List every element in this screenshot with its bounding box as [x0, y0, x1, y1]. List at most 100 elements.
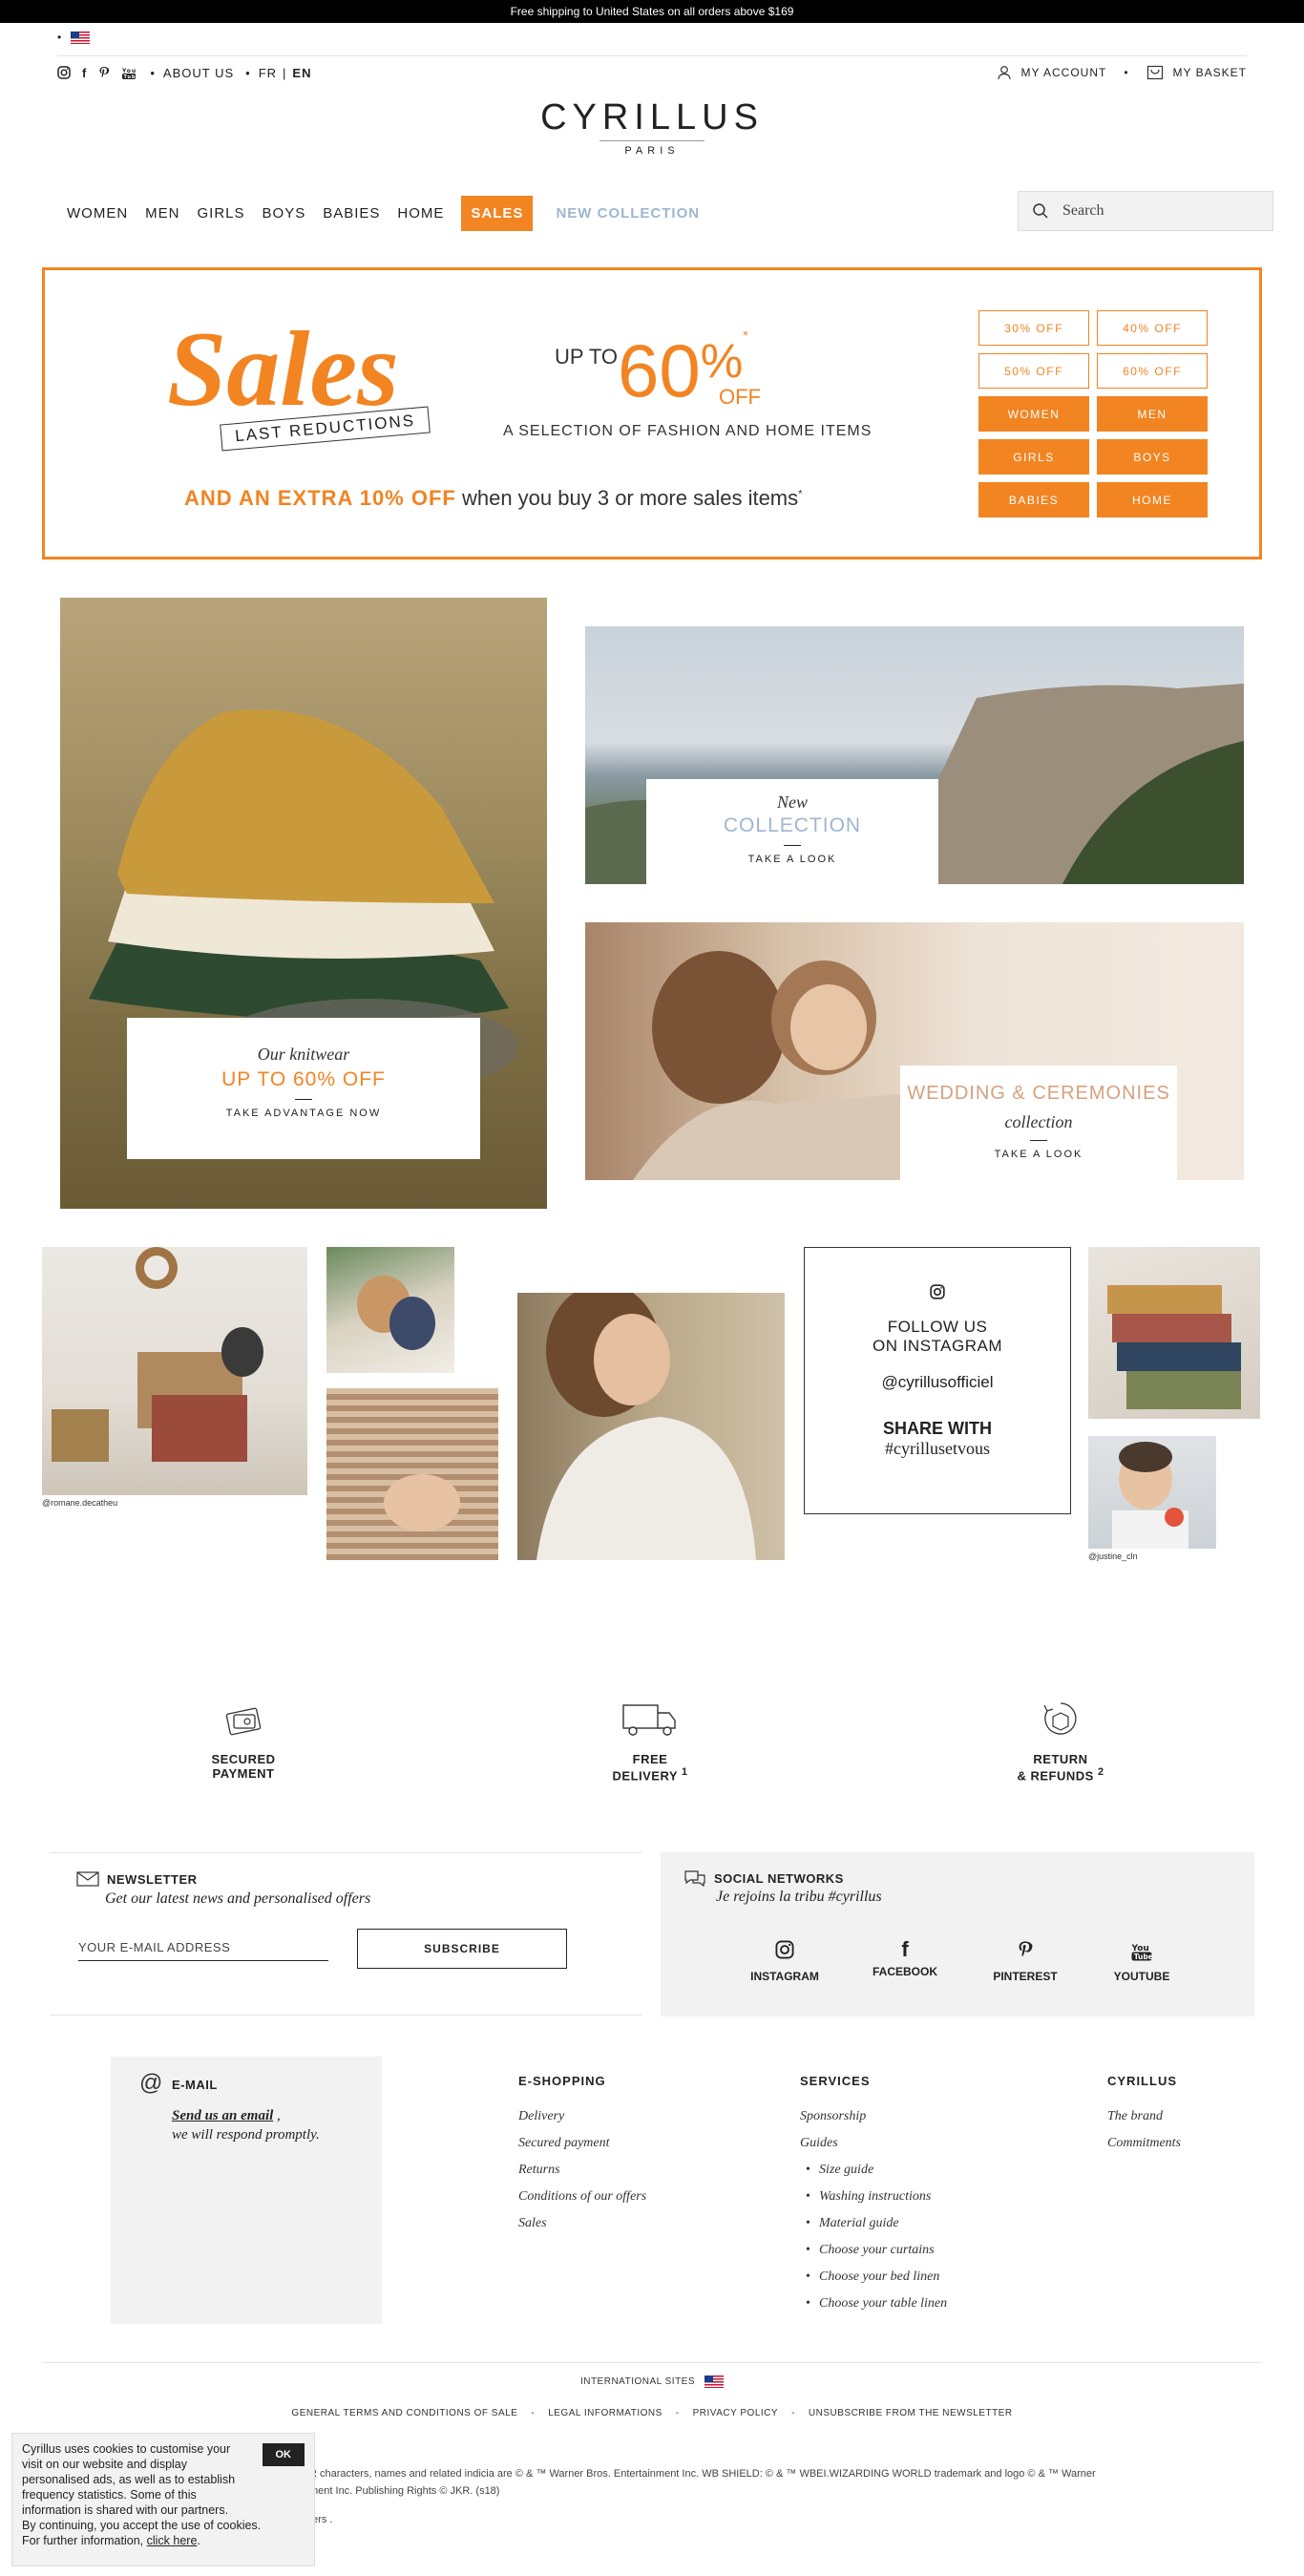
footer-link-brand[interactable]: The brand: [1107, 2109, 1181, 2136]
insta-photo-living-room[interactable]: [42, 1247, 307, 1495]
insta-handle-1[interactable]: @romane.decatheu: [42, 1498, 117, 1508]
footer-link-returns[interactable]: Returns: [518, 2163, 646, 2189]
unsubscribe-link[interactable]: UNSUBSCRIBE FROM THE NEWSLETTER: [809, 2408, 1013, 2418]
secured-payment-block[interactable]: SECURED PAYMENT: [185, 1700, 302, 1781]
pinterest-icon[interactable]: [98, 66, 110, 79]
footer-link-table-linen[interactable]: Choose your table linen: [800, 2296, 947, 2323]
us-flag-icon[interactable]: [705, 2375, 725, 2388]
footer-link-sponsorship[interactable]: Sponsorship: [800, 2109, 947, 2136]
account-links: MY ACCOUNT • MY BASKET: [997, 65, 1247, 80]
nav-women[interactable]: WOMEN: [67, 205, 128, 222]
send-email-link[interactable]: Send us an email: [172, 2108, 273, 2123]
nav-boys[interactable]: BOYS: [263, 205, 306, 222]
newsletter-email-input[interactable]: YOUR E-MAIL ADDRESS: [78, 1932, 328, 1961]
wedding-tile[interactable]: WEDDING & CEREMONIES collection TAKE A L…: [585, 922, 1244, 1180]
filter-60-off[interactable]: 60% OFF: [1097, 353, 1208, 389]
site-logo[interactable]: CYRILLUS PARIS: [535, 97, 769, 158]
wedding-cta[interactable]: TAKE A LOOK: [900, 1149, 1177, 1160]
logo-subtitle: PARIS: [599, 140, 705, 157]
extra-offer: AND AN EXTRA 10% OFF when you buy 3 or m…: [184, 486, 802, 511]
sales-women-button[interactable]: WOMEN: [978, 396, 1089, 432]
insta-photo-mother-child[interactable]: [326, 1247, 454, 1373]
social-instagram[interactable]: INSTAGRAM: [727, 1940, 842, 1983]
lang-fr-link[interactable]: FR: [259, 66, 277, 80]
insta-photo-gingham[interactable]: [326, 1388, 498, 1560]
footer-link-sales[interactable]: Sales: [518, 2216, 646, 2243]
legal-terms-link[interactable]: GENERAL TERMS AND CONDITIONS OF SALE: [291, 2408, 517, 2418]
nav-girls[interactable]: GIRLS: [198, 205, 245, 222]
instagram-follow-box[interactable]: FOLLOW US ON INSTAGRAM @cyrillusofficiel…: [804, 1247, 1071, 1514]
nav-new-collection[interactable]: NEW COLLECTION: [556, 205, 700, 222]
new-collection-tile[interactable]: New COLLECTION TAKE A LOOK: [585, 626, 1244, 884]
international-sites[interactable]: INTERNATIONAL SITES: [0, 2375, 1304, 2388]
lang-en-link[interactable]: EN: [292, 66, 311, 80]
privacy-policy-link[interactable]: PRIVACY POLICY: [693, 2408, 778, 2418]
youtube-icon[interactable]: YouTube: [121, 66, 137, 79]
footer-link-commitments[interactable]: Commitments: [1107, 2136, 1181, 2163]
instagram-icon[interactable]: [57, 66, 71, 79]
search-input[interactable]: Search: [1062, 202, 1104, 220]
sales-boys-button[interactable]: BOYS: [1097, 439, 1208, 475]
footer-link-material[interactable]: Material guide: [800, 2216, 947, 2243]
footer-link-guides[interactable]: Guides: [800, 2136, 947, 2163]
insta-photo-girl-knit[interactable]: [517, 1293, 785, 1560]
sales-men-button[interactable]: MEN: [1097, 396, 1208, 432]
facebook-icon[interactable]: f: [82, 66, 87, 80]
about-us-link[interactable]: ABOUT US: [163, 66, 234, 80]
footer-link-curtains[interactable]: Choose your curtains: [800, 2243, 947, 2270]
legal-info-link[interactable]: LEGAL INFORMATIONS: [548, 2408, 663, 2418]
social-facebook[interactable]: f FACEBOOK: [848, 1939, 962, 1979]
search-bar[interactable]: Search: [1018, 191, 1273, 231]
sales-girls-button[interactable]: GIRLS: [978, 439, 1089, 475]
sales-home-button[interactable]: HOME: [1097, 482, 1208, 517]
returns-label-2: & REFUNDS 2: [1002, 1766, 1119, 1783]
country-selector[interactable]: •: [57, 31, 91, 44]
hashtag-text: #cyrillusetvous: [885, 1439, 990, 1458]
us-flag-icon[interactable]: [71, 31, 91, 44]
nav-home[interactable]: HOME: [397, 205, 444, 222]
legal-sep: -: [675, 2408, 680, 2418]
knitwear-cta[interactable]: TAKE ADVANTAGE NOW: [127, 1108, 480, 1119]
nav-men[interactable]: MEN: [145, 205, 179, 222]
secured-label-1: SECURED: [211, 1752, 276, 1766]
subscribe-button[interactable]: SUBSCRIBE: [357, 1929, 567, 1969]
footer-link-bed-linen[interactable]: Choose your bed linen: [800, 2270, 947, 2296]
insta-handle-2[interactable]: @justine_cln: [1088, 1552, 1138, 1561]
returns-block[interactable]: RETURN & REFUNDS 2: [1002, 1700, 1119, 1783]
insta-photo-blankets[interactable]: [1088, 1247, 1260, 1419]
wedding-title: collection: [1004, 1112, 1073, 1131]
my-account-link[interactable]: MY ACCOUNT: [1021, 66, 1107, 79]
returns-label-1: RETURN: [1033, 1752, 1088, 1766]
free-delivery-block[interactable]: FREE DELIVERY 1: [592, 1700, 708, 1783]
basket-icon[interactable]: [1146, 65, 1164, 80]
sales-banner[interactable]: Sales LAST REDUCTIONS UP TO 60%* OFF A S…: [42, 267, 1262, 560]
nav-babies[interactable]: BABIES: [323, 205, 380, 222]
instagram-account[interactable]: @cyrillusofficiel: [805, 1373, 1070, 1392]
my-basket-link[interactable]: MY BASKET: [1173, 66, 1247, 79]
cookie-click-here-link[interactable]: click here: [147, 2534, 198, 2547]
blankets-image: [1107, 1285, 1241, 1409]
email-respond-text: we will respond promptly.: [172, 2127, 320, 2143]
user-icon[interactable]: [997, 65, 1012, 80]
cookie-ok-button[interactable]: OK: [262, 2443, 305, 2466]
extra-offer-highlight: AND AN EXTRA 10% OFF: [184, 486, 456, 510]
footer-link-conditions[interactable]: Conditions of our offers: [518, 2189, 646, 2216]
filter-40-off[interactable]: 40% OFF: [1097, 310, 1208, 346]
social-youtube[interactable]: You Tube YOUTUBE: [1084, 1940, 1199, 1983]
sales-babies-button[interactable]: BABIES: [978, 482, 1089, 517]
filter-30-off[interactable]: 30% OFF: [978, 310, 1089, 346]
search-icon[interactable]: [1032, 202, 1049, 220]
footer-link-delivery[interactable]: Delivery: [518, 2109, 646, 2136]
delivery-text: DELIVERY: [612, 1768, 678, 1784]
filter-50-off[interactable]: 50% OFF: [978, 353, 1089, 389]
youtube-icon: YouTube: [1131, 1944, 1153, 1961]
insta-photo-toddler[interactable]: [1088, 1436, 1216, 1549]
nav-sales[interactable]: SALES: [461, 195, 534, 231]
new-collection-cta[interactable]: TAKE A LOOK: [646, 854, 938, 865]
footer-link-size-guide[interactable]: Size guide: [800, 2163, 947, 2189]
footer-link-secured-payment[interactable]: Secured payment: [518, 2136, 646, 2163]
social-pinterest[interactable]: PINTEREST: [968, 1940, 1083, 1983]
footer-link-washing[interactable]: Washing instructions: [800, 2189, 947, 2216]
pinterest-icon: [1019, 1941, 1033, 1957]
knitwear-tile[interactable]: Our knitwear UP TO 60% OFF TAKE ADVANTAG…: [60, 598, 547, 1209]
